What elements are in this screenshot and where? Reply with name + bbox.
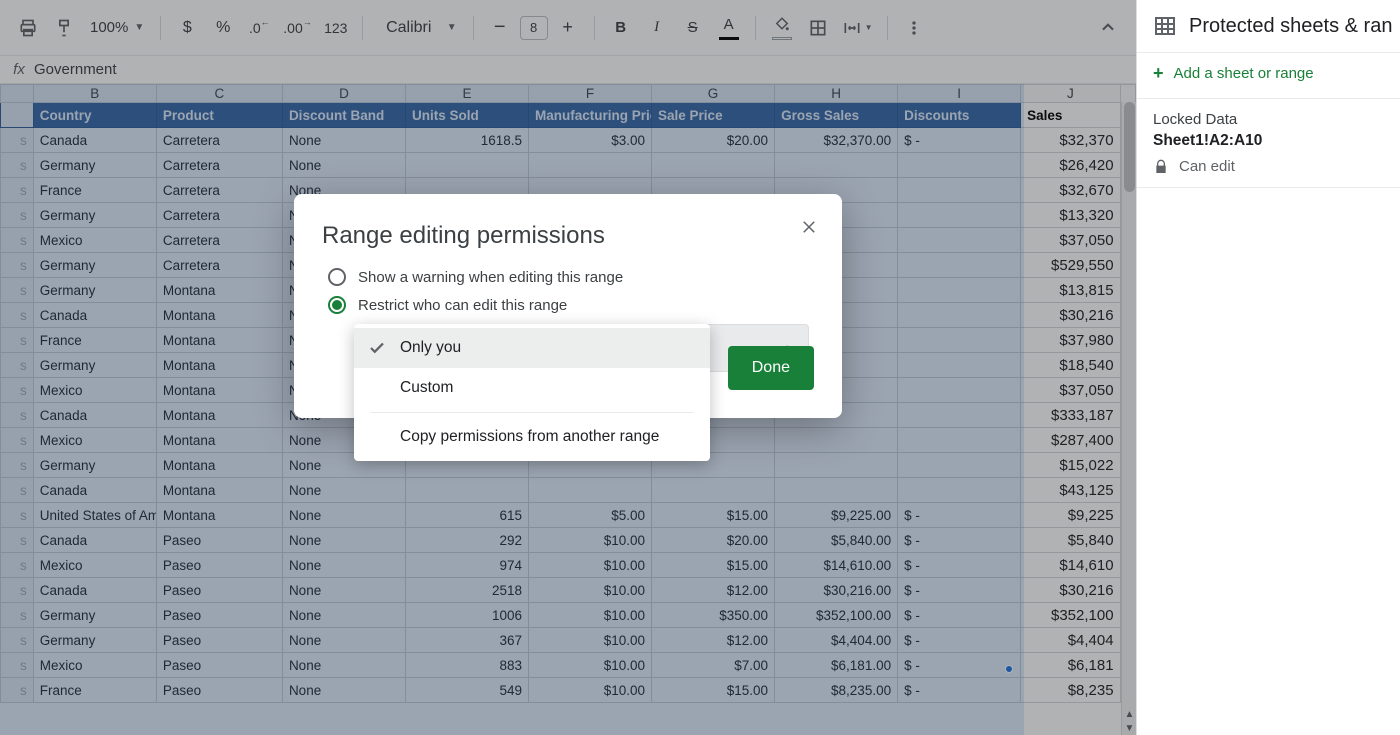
close-button[interactable] (800, 218, 818, 236)
option-restrict-editors[interactable]: Restrict who can edit this range (322, 296, 814, 314)
protected-sheets-panel: Protected sheets & ran + Add a sheet or … (1136, 0, 1400, 735)
protected-range-ref: Sheet1!A2:A10 (1153, 132, 1384, 150)
done-button[interactable]: Done (728, 346, 814, 390)
radio-icon (328, 268, 346, 286)
menu-item-copy-permissions[interactable]: Copy permissions from another range (354, 417, 710, 457)
lock-icon (1153, 159, 1169, 175)
sheets-icon (1153, 14, 1177, 38)
check-icon (368, 339, 386, 357)
add-sheet-or-range-button[interactable]: + Add a sheet or range (1137, 52, 1400, 99)
panel-title: Protected sheets & ran (1137, 10, 1400, 52)
dialog-title: Range editing permissions (322, 222, 814, 250)
menu-item-only-you[interactable]: Only you (354, 328, 710, 368)
plus-icon: + (1153, 63, 1164, 84)
radio-checked-icon (328, 296, 346, 314)
protected-range-item[interactable]: Locked Data Sheet1!A2:A10 Can edit (1137, 99, 1400, 188)
range-permissions-dialog: Range editing permissions Show a warning… (294, 194, 842, 418)
menu-separator (370, 412, 694, 413)
protected-range-name: Locked Data (1153, 111, 1384, 128)
menu-item-custom[interactable]: Custom (354, 368, 710, 408)
modal-overlay[interactable]: Range editing permissions Show a warning… (0, 0, 1136, 735)
protected-range-permission: Can edit (1153, 158, 1384, 175)
permission-select-menu: Only you Custom Copy permissions from an… (354, 324, 710, 461)
option-show-warning[interactable]: Show a warning when editing this range (322, 268, 814, 286)
